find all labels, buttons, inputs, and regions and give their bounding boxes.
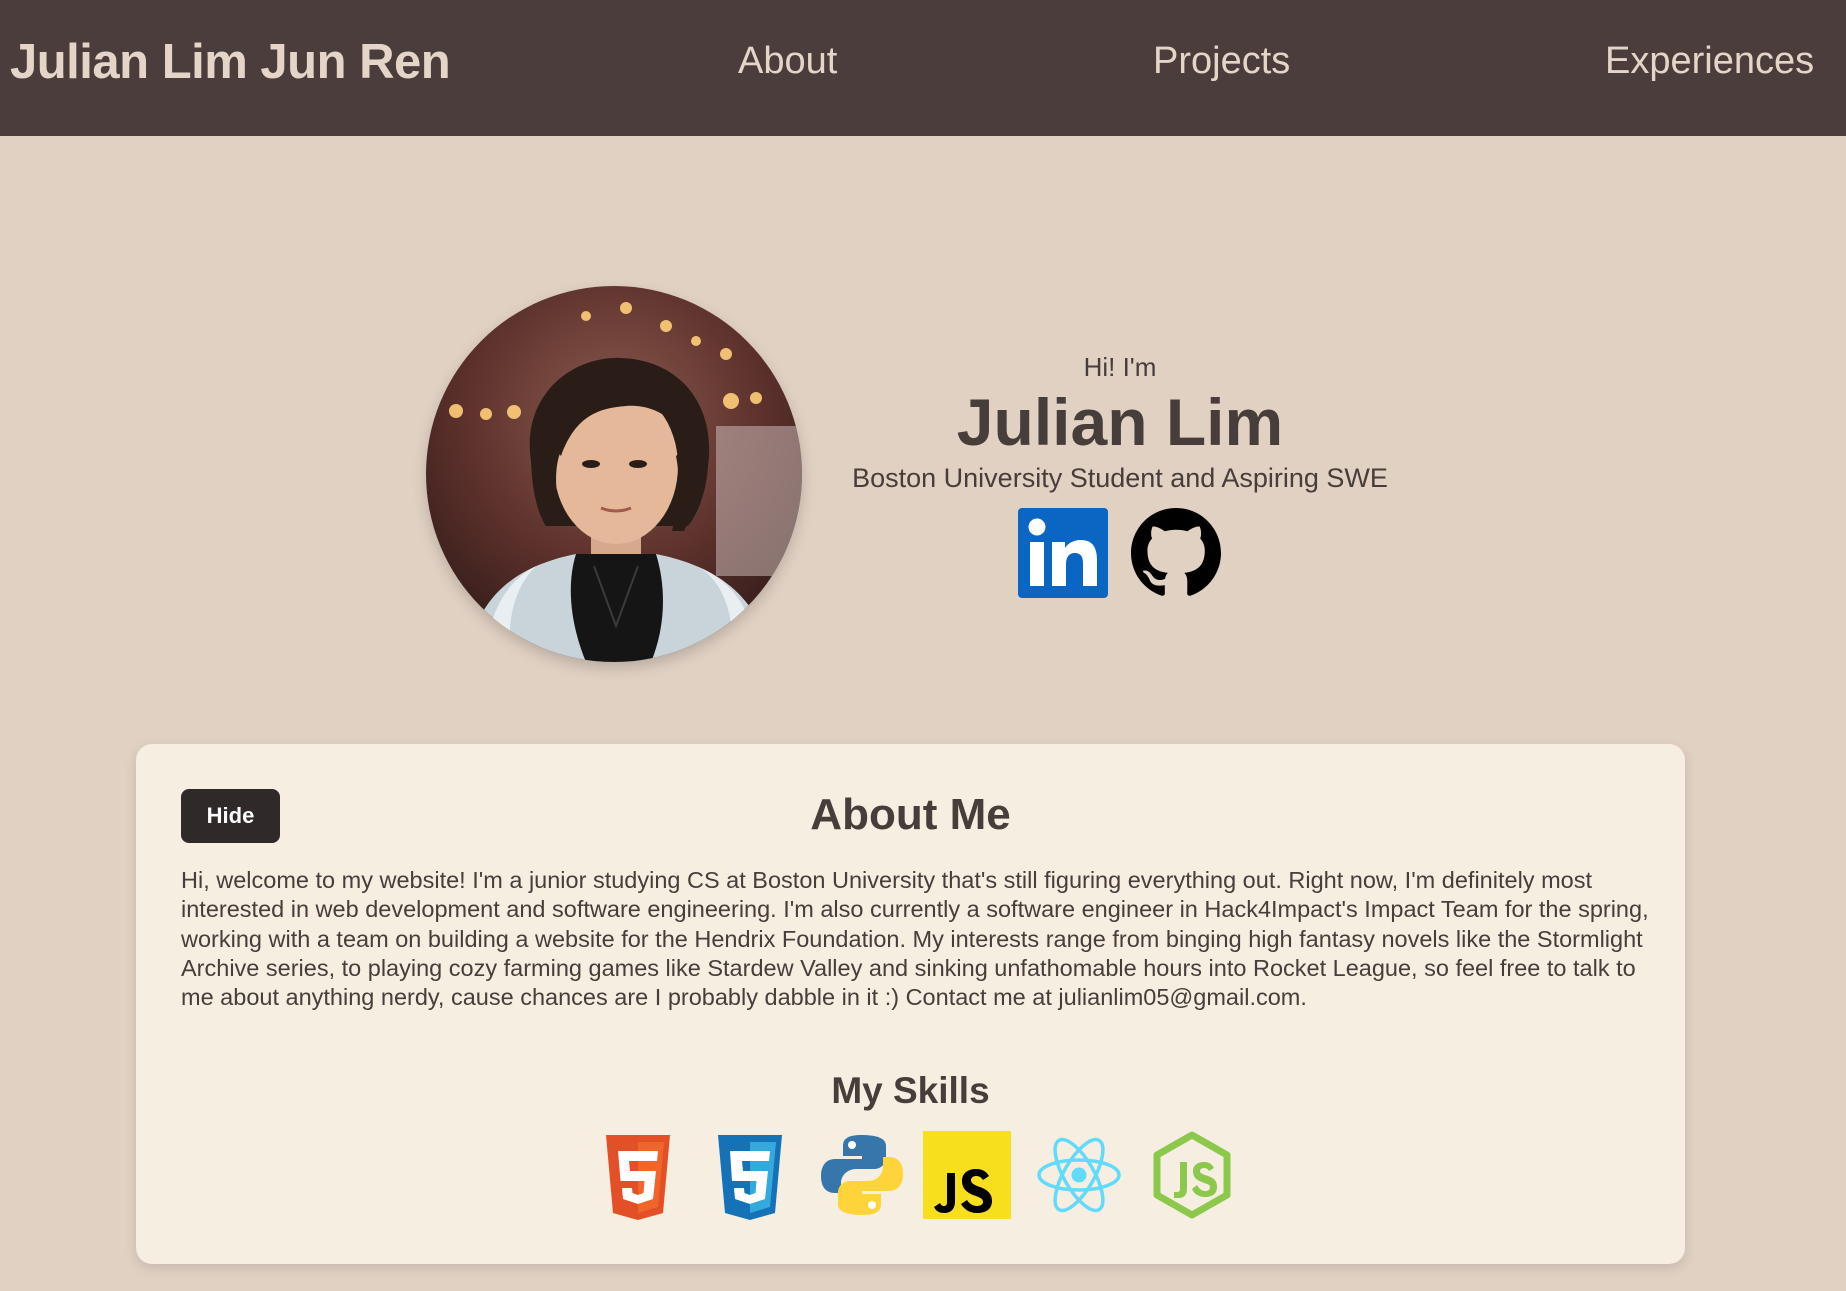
github-icon xyxy=(1131,508,1221,596)
linkedin-link[interactable] xyxy=(1018,508,1108,598)
linkedin-icon xyxy=(1018,508,1108,598)
html5-icon xyxy=(606,1135,670,1220)
css3-icon xyxy=(718,1135,782,1220)
python-icon xyxy=(821,1135,903,1215)
hero-intro: Hi! I'm Julian Lim Boston University Stu… xyxy=(820,350,1420,496)
social-links xyxy=(1018,508,1224,600)
nodejs-icon xyxy=(1153,1131,1231,1219)
react-icon xyxy=(1037,1137,1121,1213)
profile-photo xyxy=(426,286,802,662)
hero-subtitle: Boston University Student and Aspiring S… xyxy=(852,463,1388,493)
javascript-icon xyxy=(923,1131,1011,1219)
navbar: Julian Lim Jun Ren About Projects Experi… xyxy=(0,0,1846,136)
about-card: Hide About Me Hi, welcome to my website!… xyxy=(136,744,1685,1264)
hero-greeting: Hi! I'm xyxy=(1083,352,1157,382)
brand-link[interactable]: Julian Lim Jun Ren xyxy=(10,34,451,90)
nav-link-about[interactable]: About xyxy=(738,40,837,83)
nav-link-projects[interactable]: Projects xyxy=(1153,40,1290,83)
hero-name: Julian Lim xyxy=(956,385,1284,459)
about-description: Hi, welcome to my website! I'm a junior … xyxy=(181,867,1649,1011)
skills-title: My Skills xyxy=(831,1070,990,1111)
github-link[interactable] xyxy=(1131,508,1221,598)
about-title: About Me xyxy=(810,790,1011,839)
nav-link-experiences[interactable]: Experiences xyxy=(1605,40,1814,83)
